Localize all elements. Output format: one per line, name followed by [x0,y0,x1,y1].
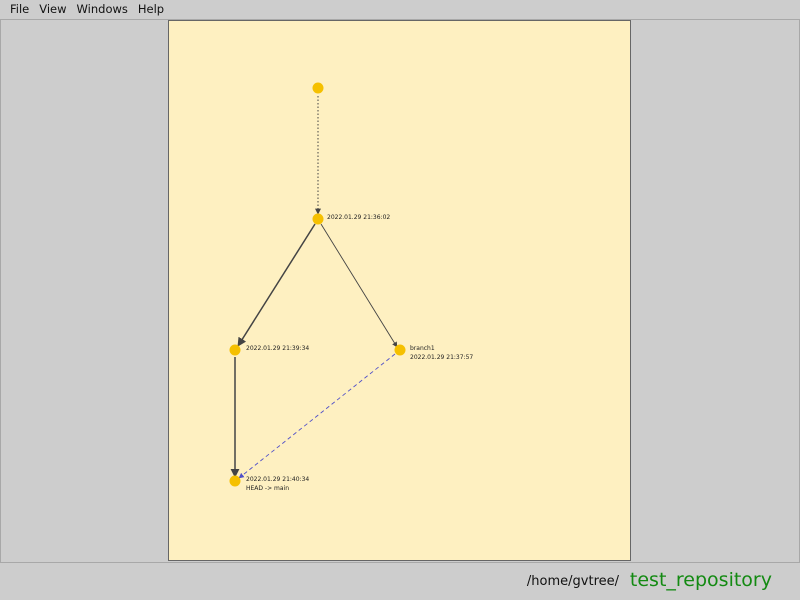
menu-windows[interactable]: Windows [72,0,133,19]
edge-c1-c3 [320,223,398,348]
graph-canvas[interactable]: 2022.01.29 21:36:02 2022.01.29 21:39:34 … [168,20,631,561]
commit-node-root[interactable] [312,82,324,94]
commit-graph[interactable]: 2022.01.29 21:36:02 2022.01.29 21:39:34 … [169,21,630,560]
menu-help[interactable]: Help [133,0,169,19]
commit-label-c2-date: 2022.01.29 21:39:34 [246,345,309,352]
status-bar: /home/gvtree/ test_repository [0,563,800,600]
menu-view[interactable]: View [34,0,71,19]
commit-node-c3[interactable] [394,344,406,356]
edge-c3-c4 [238,353,396,479]
menu-bar: File View Windows Help [0,0,800,20]
commit-label-c4-ref: HEAD -> main [246,485,289,492]
edge-c1-c2 [237,223,316,347]
commit-label-c4-date: 2022.01.29 21:40:34 [246,476,309,483]
commit-label-c3-date: 2022.01.29 21:37:57 [410,354,473,361]
commit-label-c1-date: 2022.01.29 21:36:02 [327,214,390,221]
commit-label-c3-branch: branch1 [410,345,435,352]
commit-node-c1[interactable] [312,213,324,225]
repository-path: /home/gvtree/ [526,574,619,589]
commit-node-c2[interactable] [229,344,241,356]
repository-name: test_repository [629,569,772,591]
commit-node-c4[interactable] [229,475,241,487]
menu-file[interactable]: File [5,0,34,19]
